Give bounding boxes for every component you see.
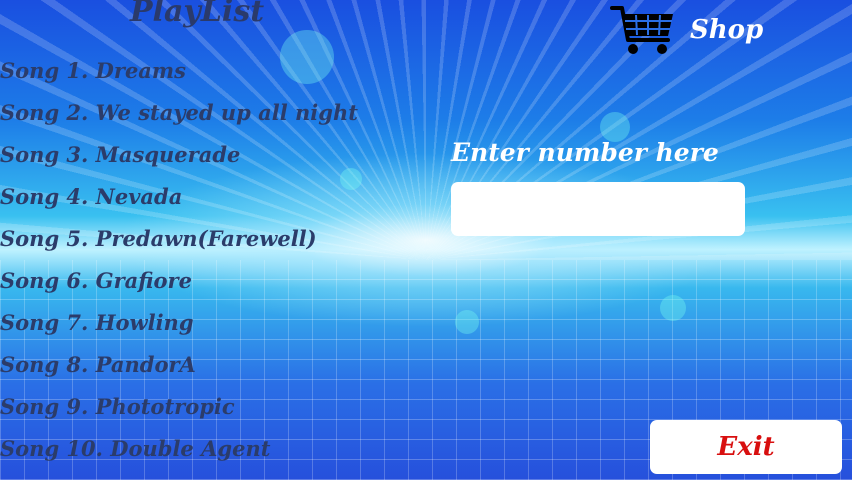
number-prompt-label: Enter number here <box>451 138 719 167</box>
background-bokeh <box>455 310 479 334</box>
song-item[interactable]: Song 3. Masquerade <box>0 138 358 180</box>
exit-button[interactable]: Exit <box>650 420 842 474</box>
song-item[interactable]: Song 4. Nevada <box>0 180 358 222</box>
song-item[interactable]: Song 8. PandorA <box>0 348 358 390</box>
song-item[interactable]: Song 5. Predawn(Farewell) <box>0 222 358 264</box>
song-item[interactable]: Song 1. Dreams <box>0 54 358 96</box>
song-item[interactable]: Song 9. Phototropic <box>0 390 358 432</box>
background-bokeh <box>660 295 686 321</box>
song-item[interactable]: Song 10. Double Agent <box>0 432 358 474</box>
shop-button[interactable]: Shop <box>610 2 763 58</box>
number-input[interactable] <box>451 182 745 236</box>
cart-icon[interactable] <box>610 4 676 56</box>
song-item[interactable]: Song 2. We stayed up all night <box>0 96 358 138</box>
song-item[interactable]: Song 7. Howling <box>0 306 358 348</box>
song-list: Song 1. Dreams Song 2. We stayed up all … <box>0 54 358 474</box>
shop-label: Shop <box>690 15 764 45</box>
song-item[interactable]: Song 6. Grafiore <box>0 264 358 306</box>
playlist-title: PlayList <box>130 0 265 29</box>
